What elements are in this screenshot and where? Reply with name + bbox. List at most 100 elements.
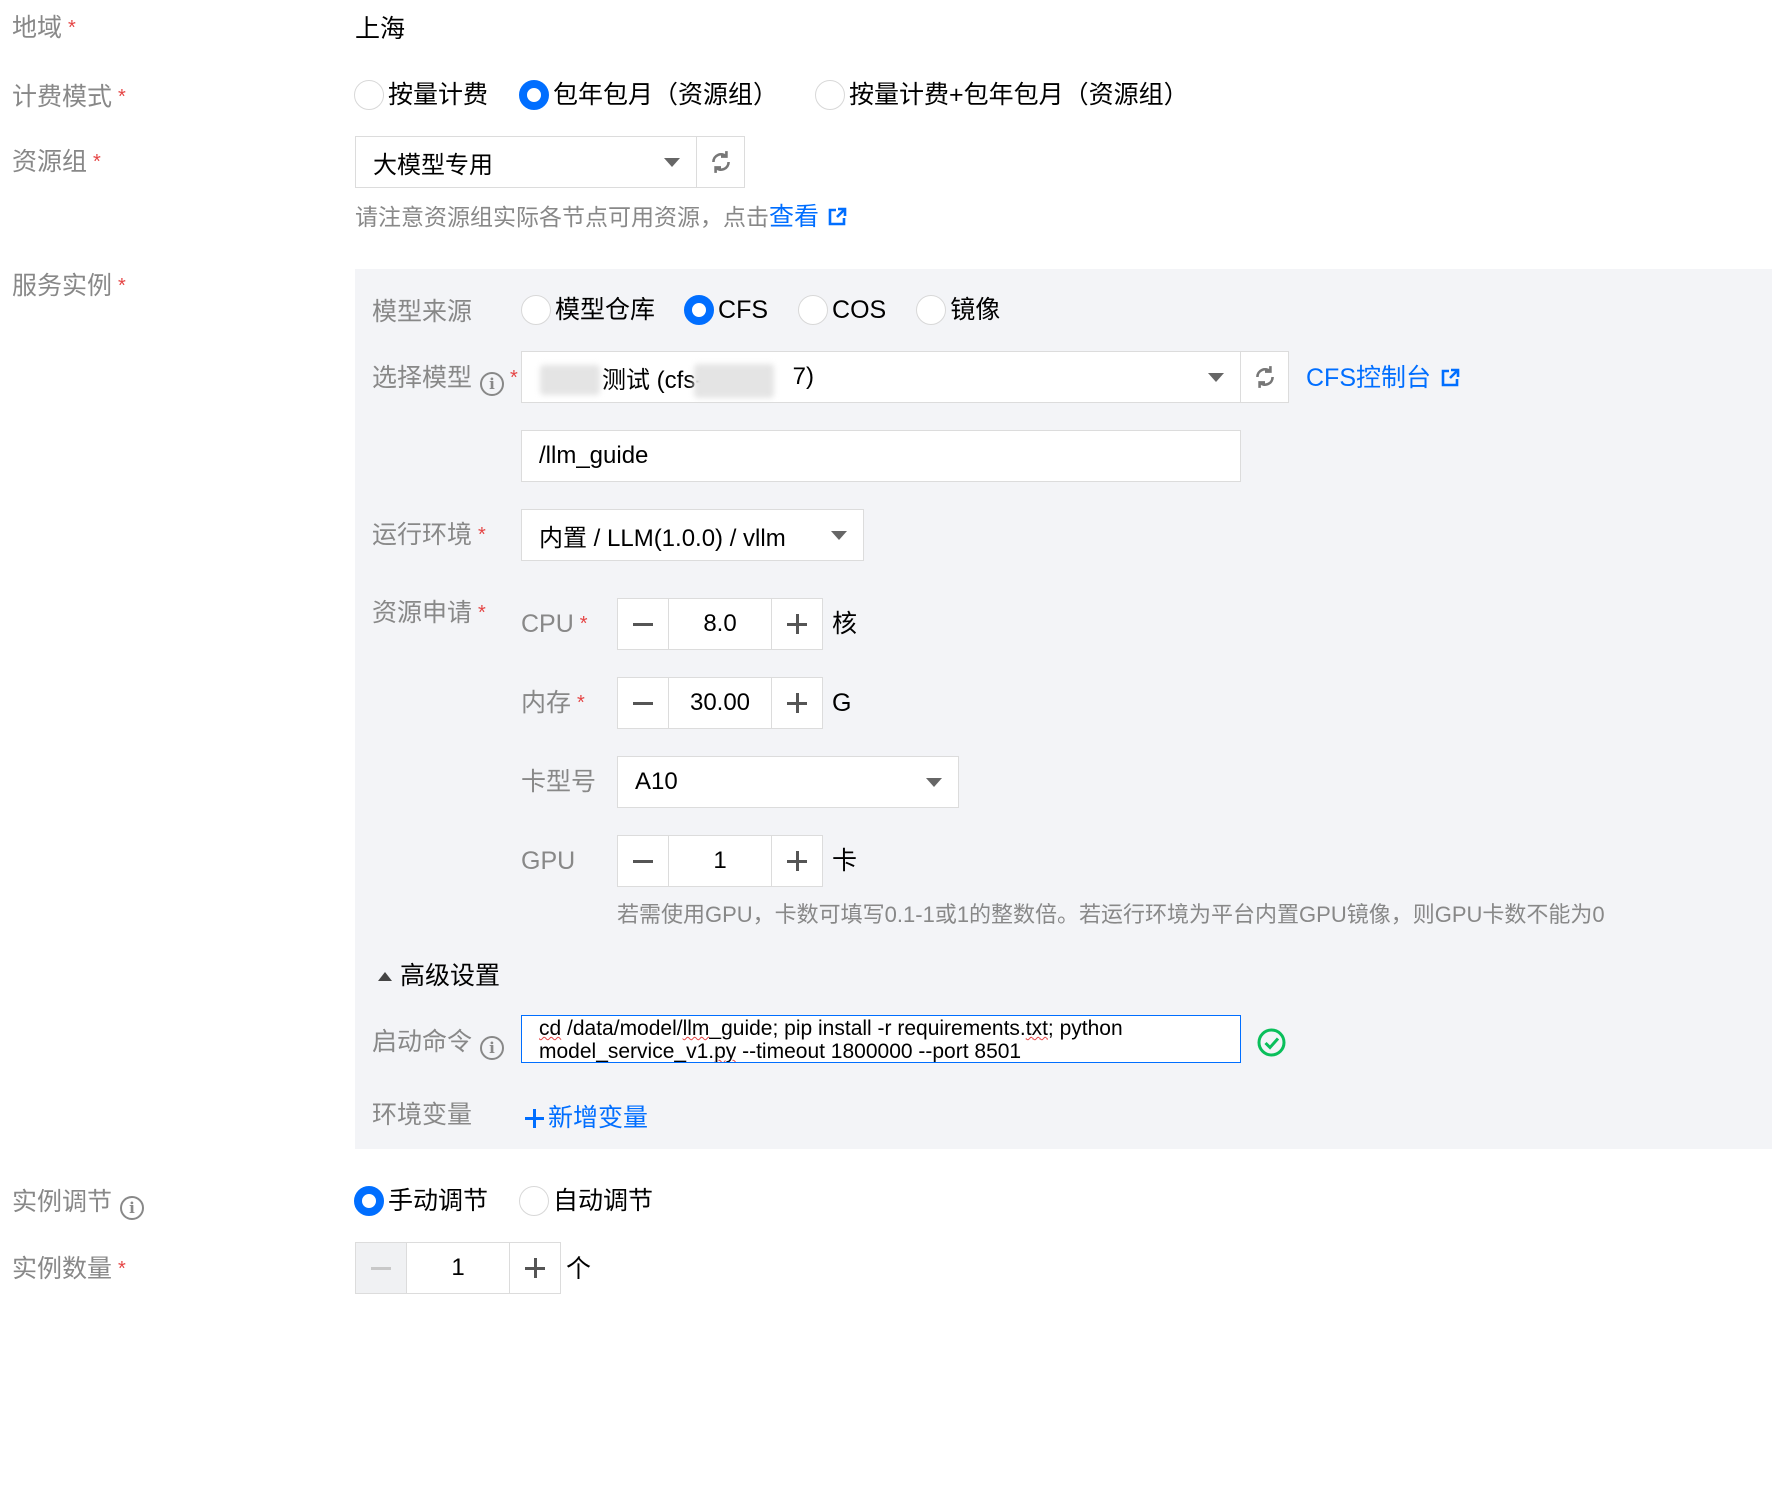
info-icon[interactable]: i — [480, 372, 505, 396]
gpu-label: GPU — [521, 847, 576, 875]
check-circle-icon — [1257, 1028, 1286, 1057]
caret-up-icon — [378, 971, 392, 981]
instance-count-value[interactable]: 1 — [407, 1242, 509, 1294]
card-type-select[interactable]: A10 — [617, 756, 959, 808]
cpu-value[interactable]: 8.0 — [669, 598, 771, 650]
env-vars-label: 环境变量 — [372, 1101, 473, 1129]
required-mark: * — [93, 151, 101, 173]
instance-count-stepper: 1 — [355, 1242, 561, 1294]
required-mark: * — [478, 524, 486, 546]
radio-circle[interactable] — [815, 80, 846, 110]
info-icon[interactable]: i — [480, 1036, 505, 1060]
required-mark: * — [579, 613, 588, 635]
resource-group-hint: 请注意资源组实际各节点可用资源，点击 查看 — [355, 202, 847, 232]
instance-count-decrement-button[interactable] — [355, 1242, 407, 1294]
instance-count-label: 实例数量 * — [12, 1255, 126, 1283]
model-path-input[interactable]: /llm_guide — [521, 430, 1241, 482]
instance-count-increment-button[interactable] — [509, 1242, 561, 1294]
radio-circle-selected[interactable] — [519, 80, 550, 110]
model-select[interactable]: 测试 (cfs-4 7) — [521, 351, 1241, 403]
required-mark: * — [118, 275, 126, 297]
model-source-label: 模型来源 — [372, 298, 473, 326]
runtime-label: 运行环境 * — [372, 521, 486, 549]
redacted-blur — [540, 365, 600, 395]
model-source-radio-image[interactable]: 镜像 — [916, 295, 1000, 325]
refresh-icon — [711, 151, 730, 173]
billing-radio-pay-as-you-go[interactable]: 按量计费 — [354, 80, 488, 110]
gpu-unit: 卡 — [832, 847, 858, 875]
resource-group-select[interactable]: 大模型专用 — [355, 136, 697, 188]
redacted-blur — [694, 364, 774, 398]
model-refresh-button[interactable] — [1240, 351, 1289, 403]
advanced-settings-toggle[interactable]: 高级设置 — [378, 961, 500, 991]
radio-circle-selected[interactable] — [354, 1186, 384, 1216]
memory-decrement-button[interactable] — [617, 677, 669, 729]
gpu-hint: 若需使用GPU，卡数可填写0.1-1或1的整数倍。若运行环境为平台内置GPU镜像… — [617, 902, 1605, 927]
chevron-down-icon — [831, 531, 847, 540]
required-mark: * — [118, 86, 126, 108]
plus-icon — [787, 614, 807, 634]
minus-icon — [633, 701, 653, 705]
cpu-increment-button[interactable] — [771, 598, 823, 650]
required-mark: * — [510, 367, 518, 389]
scaling-radio-auto[interactable]: 自动调节 — [519, 1186, 653, 1216]
billing-radio-mixed[interactable]: 按量计费+包年包月（资源组） — [815, 80, 1189, 110]
region-label: 地域 * — [12, 14, 76, 42]
instance-count-unit: 个 — [566, 1255, 592, 1283]
card-type-label: 卡型号 — [521, 768, 597, 796]
chevron-down-icon — [664, 158, 680, 167]
memory-value[interactable]: 30.00 — [669, 677, 771, 729]
model-source-radio-group: 模型仓库 CFS COS 镜像 — [521, 295, 1034, 325]
chevron-down-icon — [926, 778, 942, 787]
cfs-console-link[interactable]: CFS控制台 — [1306, 363, 1460, 393]
cpu-unit: 核 — [832, 610, 858, 638]
minus-icon — [633, 622, 653, 626]
billing-radio-group: 按量计费 包年包月（资源组） 按量计费+包年包月（资源组） — [354, 80, 1223, 110]
external-link-icon[interactable] — [827, 207, 847, 227]
required-mark: * — [68, 17, 76, 39]
plus-icon — [525, 1258, 545, 1278]
view-resources-link[interactable]: 查看 — [769, 202, 819, 232]
add-variable-button[interactable]: 新增变量 — [525, 1103, 648, 1133]
billing-radio-monthly[interactable]: 包年包月（资源组） — [519, 80, 778, 110]
start-command-textarea[interactable]: cd /data/model/llm_guide; pip install -r… — [521, 1015, 1241, 1063]
radio-circle[interactable] — [916, 295, 947, 325]
region-value: 上海 — [355, 15, 406, 43]
required-mark: * — [118, 1258, 126, 1280]
scaling-radio-manual[interactable]: 手动调节 — [354, 1186, 488, 1216]
memory-increment-button[interactable] — [771, 677, 823, 729]
cpu-label: CPU * — [521, 610, 588, 638]
radio-circle[interactable] — [519, 1186, 550, 1216]
resource-group-label: 资源组 * — [12, 148, 101, 176]
command-line: cd /data/model/llm_guide; pip install -r… — [539, 1017, 1123, 1040]
plus-icon — [787, 693, 807, 713]
gpu-decrement-button[interactable] — [617, 835, 669, 887]
minus-icon — [633, 859, 653, 863]
external-link-icon[interactable] — [1440, 368, 1460, 388]
chevron-down-icon — [1208, 373, 1224, 382]
model-source-radio-cfs[interactable]: CFS — [684, 295, 768, 325]
gpu-value[interactable]: 1 — [669, 835, 771, 887]
resource-request-label: 资源申请 * — [372, 599, 486, 627]
memory-stepper: 30.00 — [617, 677, 823, 729]
memory-label: 内存 * — [521, 689, 585, 717]
gpu-increment-button[interactable] — [771, 835, 823, 887]
model-source-radio-cos[interactable]: COS — [798, 295, 886, 325]
resource-group-refresh-button[interactable] — [696, 136, 745, 188]
instance-scaling-label: 实例调节 i — [12, 1187, 145, 1220]
refresh-icon — [1255, 366, 1274, 388]
radio-circle[interactable] — [798, 295, 829, 325]
command-line: model_service_v1.py --timeout 1800000 --… — [539, 1040, 1022, 1063]
radio-circle[interactable] — [354, 80, 384, 110]
select-model-label: 选择模型 i * — [372, 363, 518, 396]
runtime-select[interactable]: 内置 / LLM(1.0.0) / vllm — [521, 509, 864, 561]
plus-icon — [525, 1108, 544, 1128]
service-instance-label: 服务实例 * — [12, 272, 126, 300]
cpu-decrement-button[interactable] — [617, 598, 669, 650]
model-source-radio-repo[interactable]: 模型仓库 — [521, 295, 655, 325]
info-icon[interactable]: i — [120, 1196, 145, 1220]
radio-circle[interactable] — [521, 295, 551, 325]
plus-icon — [787, 851, 807, 871]
billing-label: 计费模式 * — [12, 83, 126, 111]
radio-circle-selected[interactable] — [684, 295, 715, 325]
